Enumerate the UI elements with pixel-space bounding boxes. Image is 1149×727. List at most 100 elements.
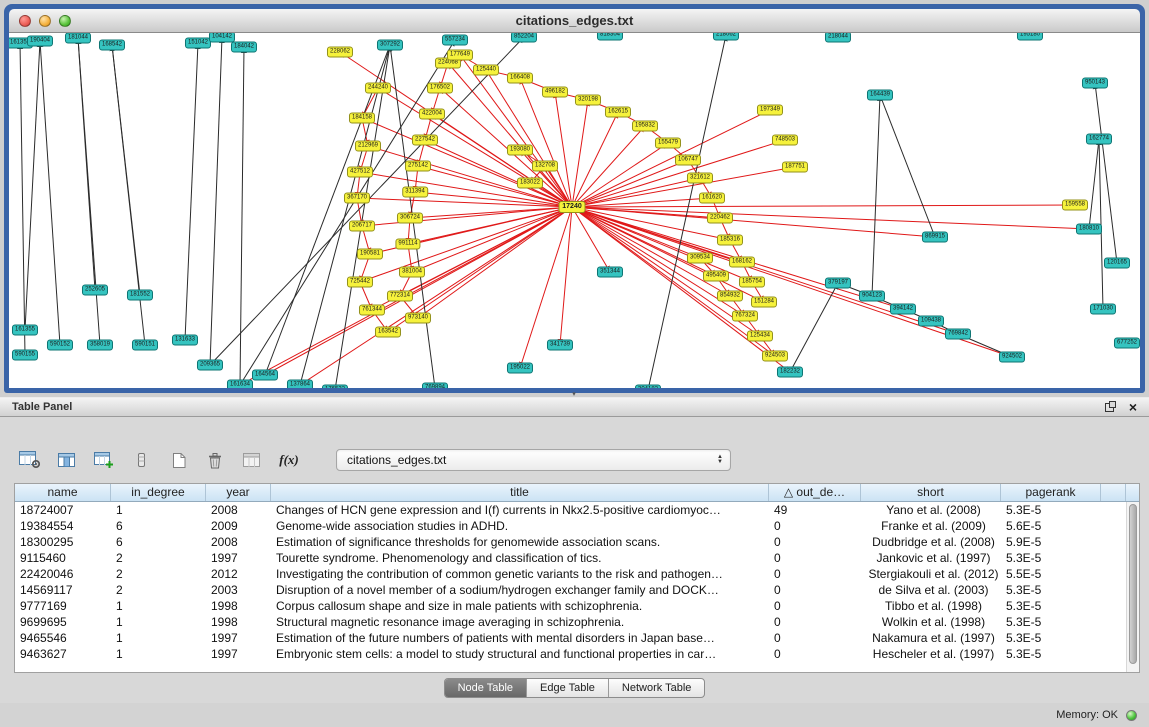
- graph-node[interactable]: 155479: [655, 138, 681, 149]
- function-builder-button[interactable]: f(x): [277, 449, 301, 471]
- cell-year[interactable]: 2008: [206, 534, 271, 550]
- cell-name[interactable]: 9777169: [15, 598, 111, 614]
- table-mode-button[interactable]: [18, 449, 42, 471]
- cell-name[interactable]: 14569117: [15, 582, 111, 598]
- graph-node[interactable]: 184042: [231, 42, 257, 53]
- graph-node[interactable]: 852204: [511, 33, 537, 43]
- graph-node[interactable]: 904123: [859, 291, 885, 302]
- cell-title[interactable]: Genome-wide association studies in ADHD.: [271, 518, 769, 534]
- panel-split-handle[interactable]: ▾: [566, 391, 582, 398]
- graph-node[interactable]: 379197: [825, 278, 851, 289]
- float-panel-icon[interactable]: [1105, 403, 1114, 412]
- graph-node[interactable]: 767324: [732, 311, 758, 322]
- table-select-dropdown[interactable]: citations_edges.txt ▲▼: [336, 449, 731, 471]
- graph-node[interactable]: 151284: [751, 297, 777, 308]
- graph-node[interactable]: 168542: [99, 40, 125, 51]
- graph-node[interactable]: 182232: [777, 367, 803, 378]
- cell-pagerank[interactable]: 5.6E-5: [1001, 518, 1101, 534]
- cell-name[interactable]: 18300295: [15, 534, 111, 550]
- zoom-window-button[interactable]: [59, 15, 71, 27]
- cell-year[interactable]: 2003: [206, 582, 271, 598]
- graph-node[interactable]: 748503: [772, 135, 798, 146]
- cell-pagerank[interactable]: 5.3E-5: [1001, 582, 1101, 598]
- graph-node[interactable]: 180810: [1076, 224, 1102, 235]
- graph-node[interactable]: 275142: [405, 161, 431, 172]
- graph-node[interactable]: 854932: [717, 291, 743, 302]
- cell-name[interactable]: 9699695: [15, 614, 111, 630]
- graph-node[interactable]: 590151: [132, 340, 158, 351]
- graph-node[interactable]: 163542: [375, 327, 401, 338]
- table-row[interactable]: 1938455462009Genome-wide association stu…: [15, 518, 1126, 534]
- cell-year[interactable]: 2008: [206, 502, 271, 518]
- cell-in_degree[interactable]: 1: [111, 502, 206, 518]
- graph-node[interactable]: 321612: [687, 173, 713, 184]
- new-table-button[interactable]: [166, 449, 190, 471]
- cell-in_degree[interactable]: 1: [111, 646, 206, 662]
- graph-node[interactable]: 176502: [427, 83, 453, 94]
- graph-node[interactable]: 185754: [739, 277, 765, 288]
- column-header-pagerank[interactable]: pagerank: [1001, 484, 1101, 501]
- cell-in_degree[interactable]: 1: [111, 598, 206, 614]
- cell-pagerank[interactable]: 5.5E-5: [1001, 566, 1101, 582]
- cell-year[interactable]: 1997: [206, 646, 271, 662]
- graph-node[interactable]: 197349: [757, 105, 783, 116]
- network-canvas[interactable]: 1724022806224424018415821296942751236717…: [9, 33, 1140, 388]
- cell-short[interactable]: de Silva et al. (2003): [861, 582, 1001, 598]
- graph-node[interactable]: 161620: [699, 193, 725, 204]
- graph-node[interactable]: 427512: [347, 167, 373, 178]
- cell-title[interactable]: Structural magnetic resonance image aver…: [271, 614, 769, 630]
- cell-in_degree[interactable]: 6: [111, 518, 206, 534]
- cell-out_degree[interactable]: 0: [769, 614, 861, 630]
- show-columns-button[interactable]: [55, 449, 79, 471]
- graph-node[interactable]: 184158: [349, 113, 375, 124]
- cell-short[interactable]: Yano et al. (2008): [861, 502, 1001, 518]
- cell-out_degree[interactable]: 0: [769, 598, 861, 614]
- cell-name[interactable]: 9115460: [15, 550, 111, 566]
- cell-in_degree[interactable]: 2: [111, 550, 206, 566]
- cell-in_degree[interactable]: 6: [111, 534, 206, 550]
- graph-node[interactable]: 818304: [597, 33, 623, 41]
- cell-in_degree[interactable]: 2: [111, 566, 206, 582]
- graph-node[interactable]: 125434: [747, 331, 773, 342]
- graph-node[interactable]: 190404: [27, 36, 53, 47]
- cell-name[interactable]: 9465546: [15, 630, 111, 646]
- graph-node[interactable]: 351344: [597, 267, 623, 278]
- table-row[interactable]: 969969511998Structural magnetic resonanc…: [15, 614, 1126, 630]
- graph-node[interactable]: 183022: [517, 178, 543, 189]
- graph-node[interactable]: 590152: [47, 340, 73, 351]
- scrollbar-thumb[interactable]: [1129, 504, 1137, 664]
- table-row[interactable]: 1456911722003Disruption of a novel membe…: [15, 582, 1126, 598]
- graph-node[interactable]: 106747: [675, 155, 701, 166]
- close-panel-icon[interactable]: ×: [1129, 400, 1137, 414]
- table-row[interactable]: 2242004622012Investigating the contribut…: [15, 566, 1126, 582]
- graph-node[interactable]: 195180: [1017, 33, 1043, 41]
- graph-node[interactable]: 168162: [729, 257, 755, 268]
- table-row[interactable]: 1872400712008Changes of HCN gene express…: [15, 502, 1126, 518]
- graph-node[interactable]: 422004: [419, 109, 445, 120]
- column-header-name[interactable]: name: [15, 484, 111, 501]
- graph-node[interactable]: 394142: [890, 304, 916, 315]
- cell-pagerank[interactable]: 5.3E-5: [1001, 502, 1101, 518]
- cell-out_degree[interactable]: 0: [769, 566, 861, 582]
- graph-node[interactable]: 131633: [172, 335, 198, 346]
- table-row[interactable]: 911546021997Tourette syndrome. Phenomeno…: [15, 550, 1126, 566]
- cell-name[interactable]: 18724007: [15, 502, 111, 518]
- graph-node[interactable]: 181552: [127, 290, 153, 301]
- select-column-button[interactable]: [129, 449, 153, 471]
- graph-node[interactable]: 162774: [1086, 134, 1112, 145]
- graph-node[interactable]: 125440: [473, 65, 499, 76]
- graph-node[interactable]: 304182: [635, 385, 661, 389]
- graph-node[interactable]: 320198: [575, 95, 601, 106]
- network-window-titlebar[interactable]: citations_edges.txt: [9, 9, 1140, 33]
- cell-pagerank[interactable]: 5.3E-5: [1001, 550, 1101, 566]
- column-header-out_degree[interactable]: △ out_de…: [769, 484, 861, 501]
- graph-node[interactable]: 164564: [252, 370, 278, 381]
- graph-node[interactable]: 162615: [605, 107, 631, 118]
- graph-node[interactable]: 725442: [347, 277, 373, 288]
- cell-year[interactable]: 1998: [206, 598, 271, 614]
- column-header-title[interactable]: title: [271, 484, 769, 501]
- cell-short[interactable]: Dudbridge et al. (2008): [861, 534, 1001, 550]
- cell-out_degree[interactable]: 0: [769, 518, 861, 534]
- graph-node[interactable]: 195022: [507, 363, 533, 374]
- graph-node[interactable]: 164439: [867, 90, 893, 101]
